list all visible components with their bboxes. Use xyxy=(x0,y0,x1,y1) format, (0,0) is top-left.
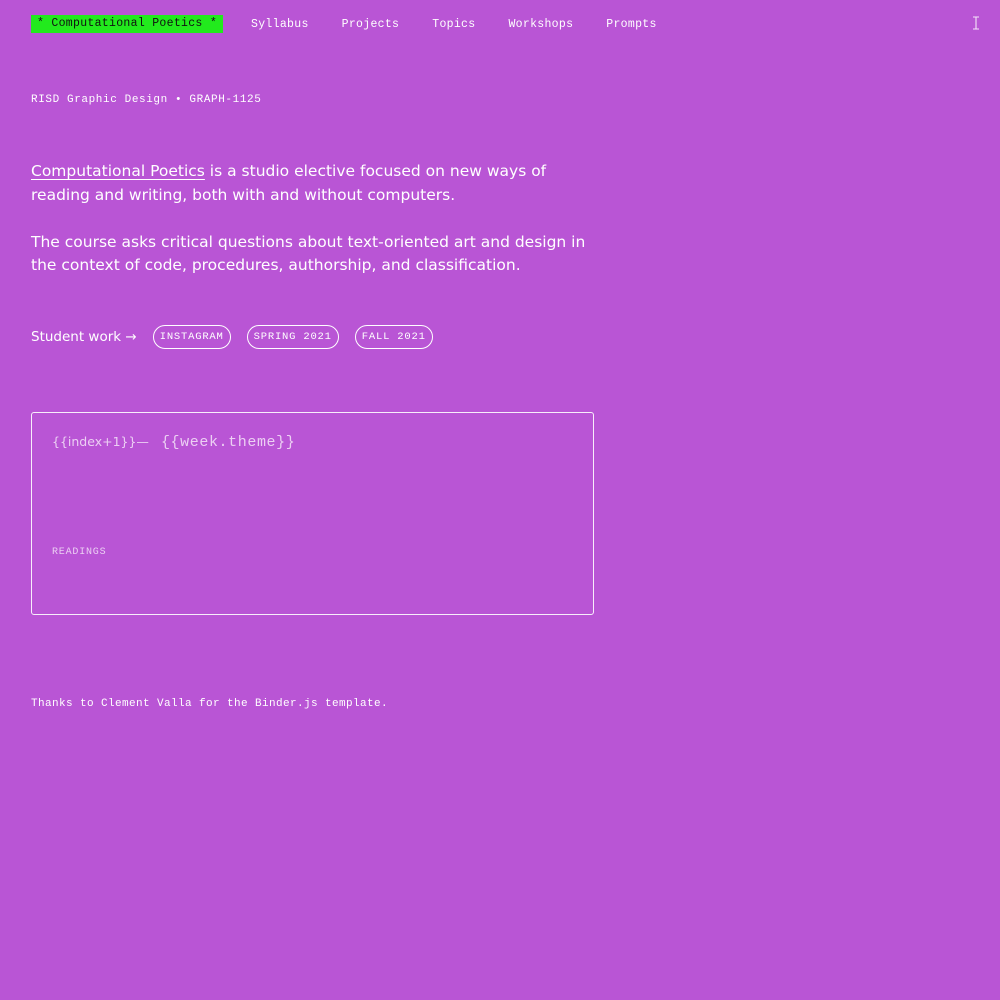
top-nav: * Computational Poetics * Syllabus Proje… xyxy=(31,15,690,33)
text-cursor-icon xyxy=(973,16,979,30)
readings-label: READINGS xyxy=(52,547,107,558)
student-work-row: Student work → INSTAGRAM SPRING 2021 FAL… xyxy=(31,325,449,349)
nav-link-syllabus[interactable]: Syllabus xyxy=(251,18,309,31)
pill-fall-2021[interactable]: FALL 2021 xyxy=(354,325,433,349)
week-header: {{index+1}}— {{week.theme}} xyxy=(52,434,295,451)
week-index: {{index+1}}— xyxy=(52,434,149,449)
nav-link-workshops[interactable]: Workshops xyxy=(508,18,573,31)
course-title-link[interactable]: Computational Poetics xyxy=(31,162,205,180)
brand-link[interactable]: * Computational Poetics * xyxy=(31,15,224,33)
student-work-label: Student work → xyxy=(31,329,137,345)
week-theme: {{week.theme}} xyxy=(160,434,296,451)
week-card: {{index+1}}— {{week.theme}} READINGS xyxy=(31,412,594,615)
intro-paragraph-2: The course asks critical questions about… xyxy=(31,232,586,275)
nav-link-projects[interactable]: Projects xyxy=(342,18,400,31)
nav-link-prompts[interactable]: Prompts xyxy=(606,18,656,31)
course-intro: Computational Poetics is a studio electi… xyxy=(31,160,601,301)
footer-credit: Thanks to Clement Valla for the Binder.j… xyxy=(31,698,389,710)
pill-instagram[interactable]: INSTAGRAM xyxy=(152,325,231,349)
course-subtitle: RISD Graphic Design • GRAPH-1125 xyxy=(31,94,262,106)
nav-link-topics[interactable]: Topics xyxy=(432,18,475,31)
intro-paragraph-1: Computational Poetics is a studio electi… xyxy=(31,160,601,207)
pill-spring-2021[interactable]: SPRING 2021 xyxy=(246,325,339,349)
